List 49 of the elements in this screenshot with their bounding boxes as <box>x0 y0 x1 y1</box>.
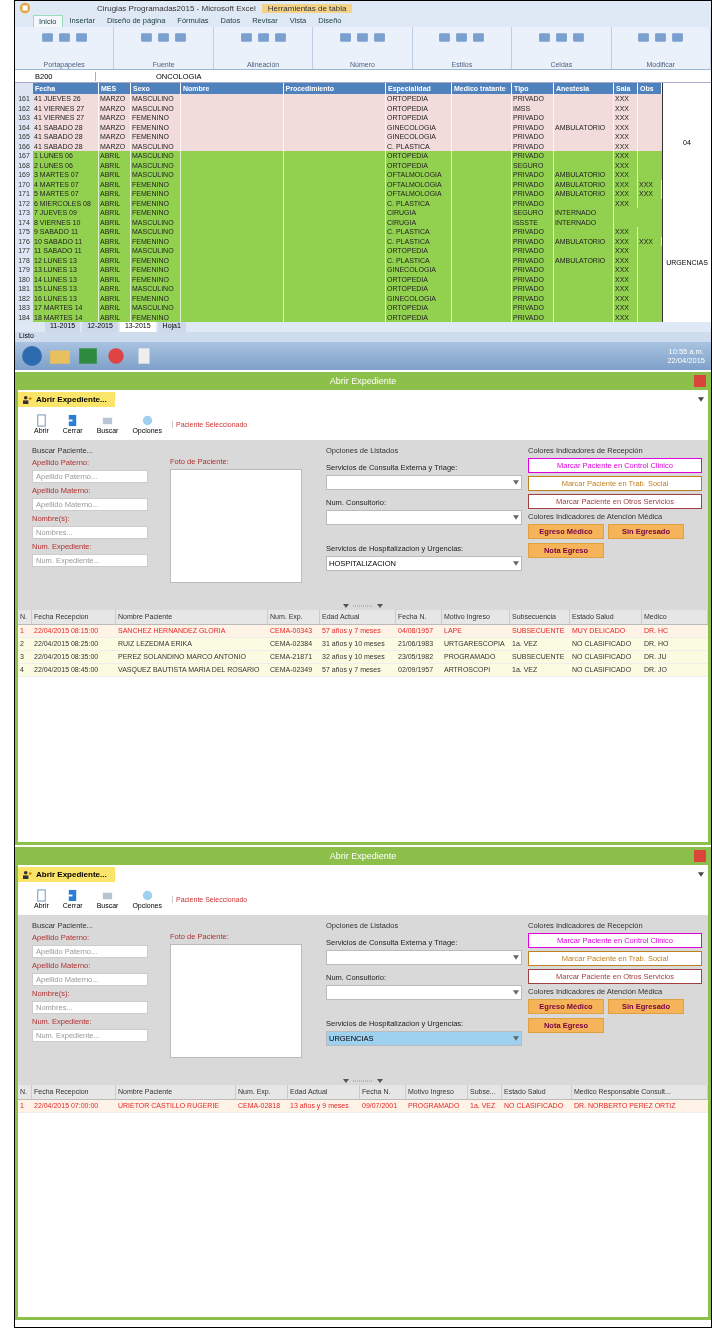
people-icon <box>22 869 33 879</box>
document-tab[interactable]: Abrir Expediente... <box>18 391 115 407</box>
spreadsheet-icon[interactable] <box>77 347 99 365</box>
ribbon-command-icon[interactable] <box>140 31 154 44</box>
ribbon-command-icon[interactable] <box>256 31 270 44</box>
ribbon-command-icon[interactable] <box>537 31 551 44</box>
document-icon <box>34 889 48 902</box>
ribbon-command-icon[interactable] <box>57 31 71 44</box>
dropdown-arrow-icon <box>513 1036 519 1041</box>
browser-icon[interactable] <box>105 347 127 365</box>
ribbon-command-icon[interactable] <box>438 31 452 44</box>
ribbon-command-icon[interactable] <box>671 31 685 44</box>
window-title: Cirugias Programadas2015 - Microsoft Excel <box>97 3 256 13</box>
ribbon-command-icon[interactable] <box>637 31 651 44</box>
ribbon-command-icon[interactable] <box>372 31 386 44</box>
document-icon <box>34 414 48 427</box>
ribbon-command-icon[interactable] <box>554 31 568 44</box>
dropdown-arrow-icon <box>513 990 519 995</box>
document-tab[interactable]: Abrir Expediente... <box>18 866 115 882</box>
ribbon-command-icon[interactable] <box>355 31 369 44</box>
dropdown-arrow-icon <box>513 561 519 566</box>
people-icon <box>22 394 33 404</box>
dropdown-caret-icon[interactable] <box>698 871 704 877</box>
dropdown-arrow-icon <box>513 515 519 520</box>
dropdown[interactable] <box>326 475 522 490</box>
start-orb-icon[interactable] <box>21 345 43 367</box>
ribbon-command-icon[interactable] <box>455 31 469 44</box>
ribbon-command-icon[interactable] <box>472 31 486 44</box>
dialog-title-bar: Abrir Expediente <box>18 847 708 865</box>
ribbon-command-icon[interactable] <box>40 31 54 44</box>
ribbon-command-icon[interactable] <box>74 31 88 44</box>
dropdown[interactable] <box>326 950 522 965</box>
ribbon-command-icon[interactable] <box>174 31 188 44</box>
dialog-title-bar: Abrir Expediente <box>18 372 708 390</box>
dropdown-caret-icon[interactable] <box>698 396 704 402</box>
contextual-tab-title: Herramientas de tabla <box>261 3 353 13</box>
ribbon-command-icon[interactable] <box>571 31 585 44</box>
ribbon-command-icon[interactable] <box>338 31 352 44</box>
dropdown[interactable] <box>326 985 522 1000</box>
ribbon-command-icon[interactable] <box>239 31 253 44</box>
splitter-grip-icon[interactable] <box>343 604 383 608</box>
ribbon-command-icon[interactable] <box>273 31 287 44</box>
ribbon-command-icon[interactable] <box>654 31 668 44</box>
dropdown-arrow-icon <box>513 480 519 485</box>
dropdown[interactable] <box>326 510 522 525</box>
splitter-grip-icon[interactable] <box>343 1079 383 1083</box>
office-logo-icon[interactable] <box>19 2 31 14</box>
ribbon-command-icon[interactable] <box>157 31 171 44</box>
dropdown-arrow-icon <box>513 955 519 960</box>
